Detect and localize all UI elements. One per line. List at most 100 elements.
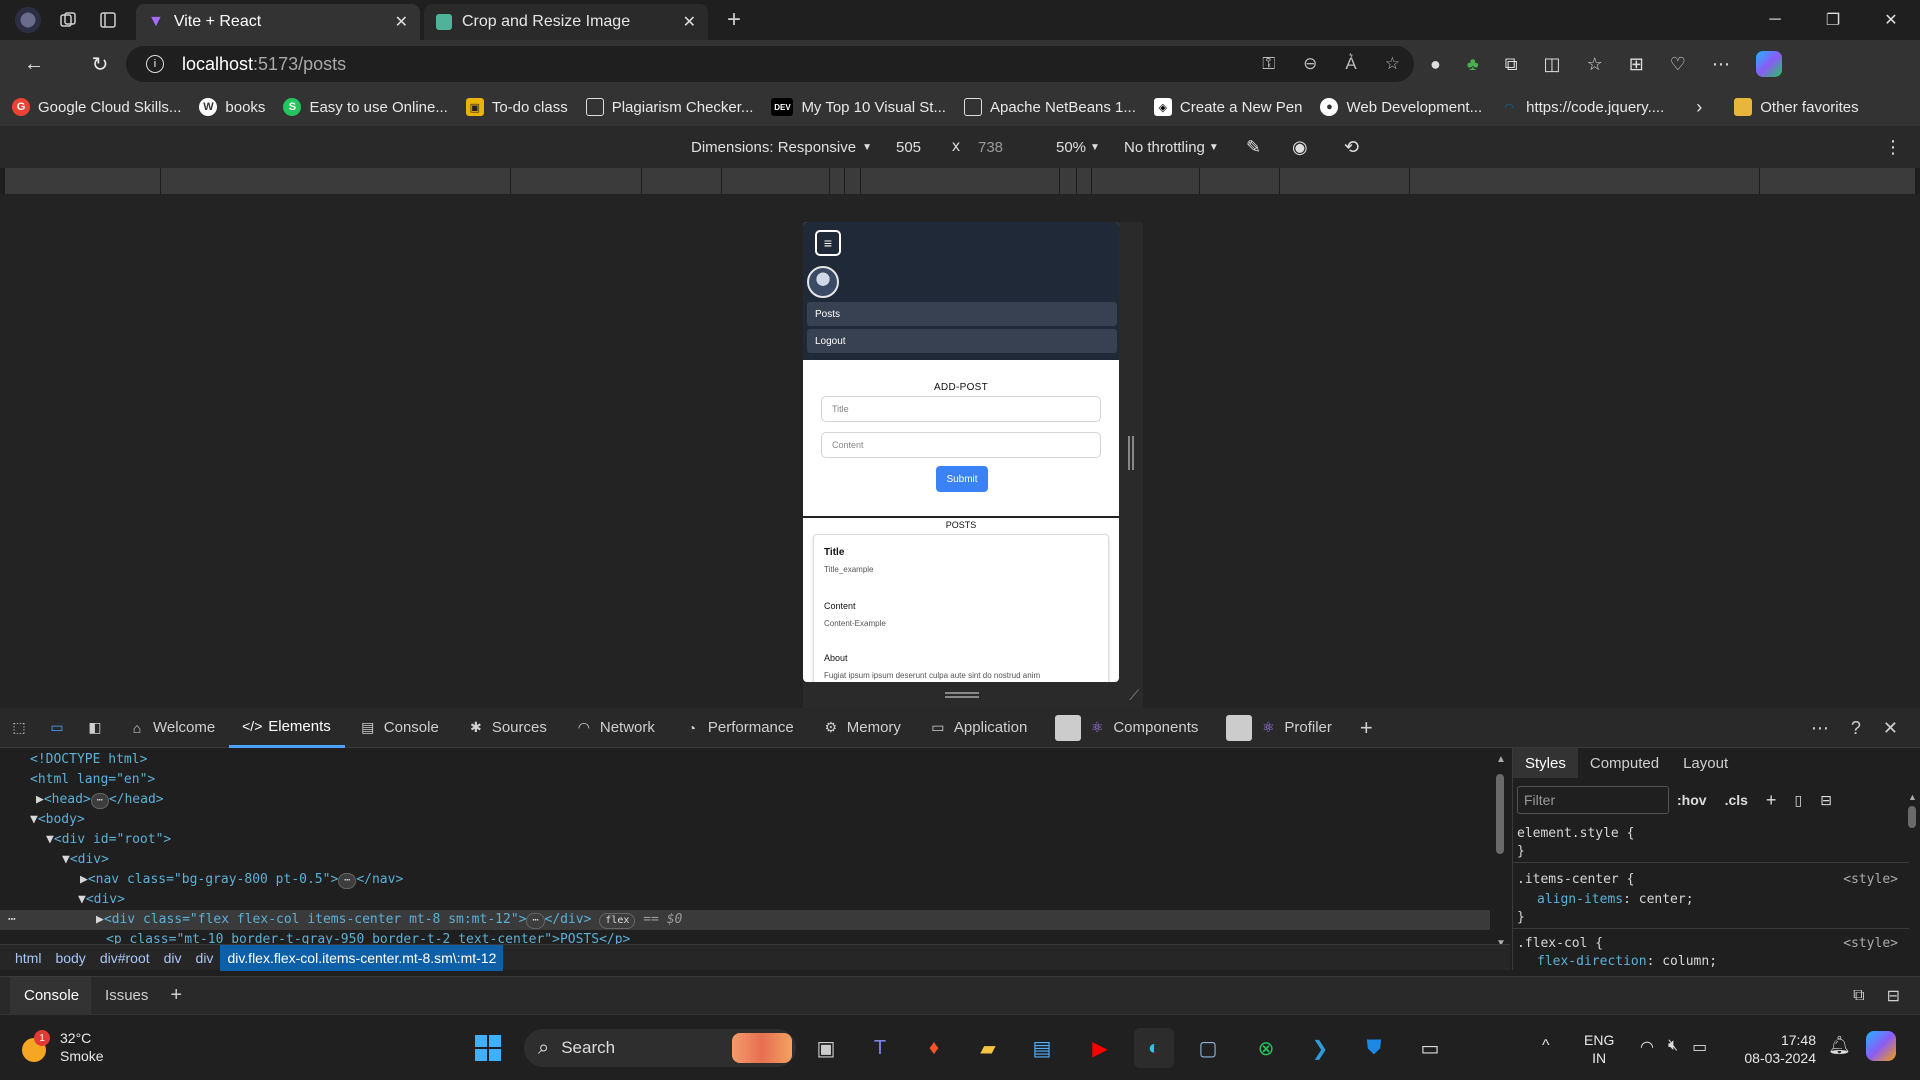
breadcrumb-root[interactable]: div#root — [93, 945, 157, 971]
zoom-out-icon[interactable]: ⊖ — [1303, 54, 1317, 74]
xbox-icon[interactable]: ⊗ — [1246, 1028, 1286, 1068]
tree-extension-icon[interactable]: ♣ — [1467, 54, 1479, 75]
dom-node[interactable]: ▼<div> — [78, 890, 125, 910]
close-window-icon[interactable]: ✕ — [1862, 0, 1920, 40]
dom-node-selected[interactable]: ⋯ ▶<div class="flex flex-col items-center… — [0, 910, 1490, 930]
restore-icon[interactable]: ❐ — [1804, 0, 1862, 40]
tab-performance[interactable]: ◔ Performance — [669, 708, 808, 748]
breadcrumb-body[interactable]: body — [48, 945, 92, 971]
add-tab-icon[interactable]: + — [1346, 708, 1387, 748]
tab-actions-icon[interactable] — [88, 0, 128, 40]
extension-icon[interactable]: ● — [1430, 54, 1441, 75]
refresh-icon[interactable]: ↻ — [78, 42, 122, 86]
help-icon[interactable]: ? — [1851, 718, 1861, 739]
bookmark-top10[interactable]: DEV My Top 10 Visual St... — [771, 98, 946, 116]
collapse-arrow-icon[interactable]: ▼ — [78, 892, 86, 907]
expand-arrow-icon[interactable]: ▶ — [36, 792, 44, 807]
ellipsis-badge[interactable]: ⋯ — [338, 873, 357, 889]
back-icon[interactable]: ← — [12, 42, 56, 86]
device-toggle-icon[interactable]: ▭ — [38, 708, 76, 748]
scroll-up-icon[interactable]: ▲ — [1908, 792, 1918, 802]
expand-arrow-icon[interactable]: ▶ — [96, 912, 104, 927]
css-declaration[interactable]: flex-direction: column; — [1537, 954, 1717, 968]
copilot-taskbar-icon[interactable] — [1866, 1031, 1896, 1061]
style-source-link[interactable]: <style> — [1843, 936, 1898, 951]
computed-toggle-icon[interactable]: ⊟ — [1820, 792, 1832, 809]
drawer-tab-issues[interactable]: Issues — [91, 977, 162, 1015]
breadcrumb-html[interactable]: html — [8, 945, 48, 971]
breadcrumb-div[interactable]: div — [189, 945, 221, 971]
dom-node[interactable]: <html lang="en"> — [30, 770, 155, 790]
height-input[interactable]: 738 — [978, 134, 1024, 160]
title-input[interactable]: Title — [821, 396, 1101, 422]
notepad-icon[interactable]: ▤ — [1022, 1028, 1062, 1068]
style-source-link[interactable]: <style> — [1843, 872, 1898, 887]
bookmark-netbeans[interactable]: Apache NetBeans 1... — [963, 98, 1136, 116]
dom-tree[interactable]: <!DOCTYPE html> <html lang="en"> ▶<head>… — [0, 748, 1510, 954]
file-explorer-icon[interactable]: ▰ — [968, 1028, 1008, 1068]
resize-handle-icon[interactable] — [945, 692, 979, 698]
taskbar-search[interactable]: ⌕ Search — [524, 1029, 796, 1067]
close-devtools-icon[interactable]: ✕ — [1883, 718, 1898, 739]
vscode-icon[interactable]: ❯ — [1300, 1028, 1340, 1068]
profile-avatar[interactable] — [8, 0, 48, 40]
post-card[interactable]: Title Title_example Content Content-Exam… — [813, 534, 1109, 682]
hov-toggle[interactable]: :hov — [1677, 792, 1707, 808]
bookmark-jquery[interactable]: ◠ https://code.jquery.... — [1500, 98, 1664, 116]
dom-node[interactable]: ▶<nav class="bg-gray-800 pt-0.5"> ⋯ </nav> — [80, 870, 403, 890]
bookmark-plagiarism[interactable]: Plagiarism Checker... — [585, 98, 753, 116]
breadcrumb-selected[interactable]: div.flex.flex-col.items-center.mt-8.sm\:… — [220, 944, 504, 971]
workspaces-icon[interactable] — [48, 0, 88, 40]
drawer-close-icon[interactable]: ⊟ — [1887, 986, 1900, 1006]
styles-scrollbar[interactable]: ▲ — [1908, 792, 1918, 968]
new-rule-icon[interactable]: + — [1766, 790, 1777, 811]
bookmark-codepen[interactable]: ◈ Create a New Pen — [1153, 98, 1302, 116]
copilot-icon[interactable] — [1755, 51, 1782, 77]
tab-computed[interactable]: Computed — [1578, 748, 1671, 778]
nav-item-posts[interactable]: Posts — [807, 302, 1117, 326]
flex-col-rule[interactable]: .flex-col { — [1517, 936, 1603, 951]
key-icon[interactable]: ⚿ — [1262, 54, 1275, 74]
rotate-icon[interactable]: ⟲ — [1344, 126, 1359, 168]
dom-node[interactable]: ▼<div id="root"> — [46, 830, 171, 850]
drawer-dock-icon[interactable]: ⧉ — [1853, 987, 1864, 1005]
corner-resize-icon[interactable]: ⟋ — [1129, 687, 1139, 704]
tab-application[interactable]: ▭ Application — [915, 708, 1041, 748]
tab-welcome[interactable]: ⌂ Welcome — [114, 708, 229, 748]
dom-node[interactable]: ▼<div> — [62, 850, 109, 870]
element-style-rule[interactable]: element.style { — [1517, 826, 1634, 841]
bookmark-webdev[interactable]: ● Web Development... — [1320, 98, 1482, 116]
avatar[interactable] — [807, 266, 839, 298]
media-query-ruler[interactable] — [5, 168, 1915, 194]
split-screen-icon[interactable]: ◫ — [1544, 54, 1561, 75]
hamburger-menu-icon[interactable]: ≡ — [815, 230, 841, 256]
items-center-rule[interactable]: .items-center { — [1517, 872, 1634, 887]
bookmark-todo[interactable]: ▣ To-do class — [465, 98, 568, 116]
device-resize-bottom[interactable]: ⟋ — [803, 682, 1143, 708]
terminal-icon[interactable]: ▭ — [1410, 1028, 1450, 1068]
vision-deficiency-icon[interactable]: ◉ — [1292, 126, 1308, 168]
weather-widget[interactable]: 1 32°C Smoke — [20, 1029, 104, 1065]
scroll-up-icon[interactable]: ▲ — [1496, 754, 1506, 765]
tab-memory[interactable]: ⚙ Memory — [808, 708, 915, 748]
language-indicator[interactable]: ENG IN — [1584, 1031, 1614, 1067]
throttling-dropdown[interactable]: No throttling ▼ — [1124, 126, 1219, 168]
read-aloud-icon[interactable]: A͛ — [1345, 54, 1356, 74]
youtube-icon[interactable]: ▶ — [1080, 1028, 1120, 1068]
collapse-arrow-icon[interactable]: ▼ — [46, 832, 54, 847]
defender-icon[interactable]: ⛊ — [1354, 1028, 1394, 1068]
dimensions-dropdown[interactable]: Dimensions: Responsive ▼ — [691, 126, 872, 168]
dom-scrollbar[interactable]: ▲ ▼ — [1490, 748, 1510, 954]
devtools-more-icon[interactable]: ⋯ — [1811, 718, 1829, 739]
tab-console[interactable]: ▤ Console — [345, 708, 453, 748]
wifi-icon[interactable]: ◠ — [1640, 1037, 1654, 1057]
favorite-star-icon[interactable]: ☆ — [1385, 54, 1400, 74]
submit-button[interactable]: Submit — [936, 466, 988, 492]
new-tab-icon[interactable]: + — [714, 0, 754, 40]
address-bar[interactable]: i localhost:5173/posts ⚿ ⊖ A͛ ☆ — [126, 46, 1414, 82]
tab-crop-resize[interactable]: Crop and Resize Image ✕ — [424, 4, 708, 40]
inspect-element-icon[interactable]: ⬚ — [0, 708, 38, 748]
tab-vite-react[interactable]: ▼ Vite + React ✕ — [136, 4, 420, 40]
breadcrumb-div[interactable]: div — [157, 945, 189, 971]
tab-styles[interactable]: Styles — [1513, 748, 1578, 778]
